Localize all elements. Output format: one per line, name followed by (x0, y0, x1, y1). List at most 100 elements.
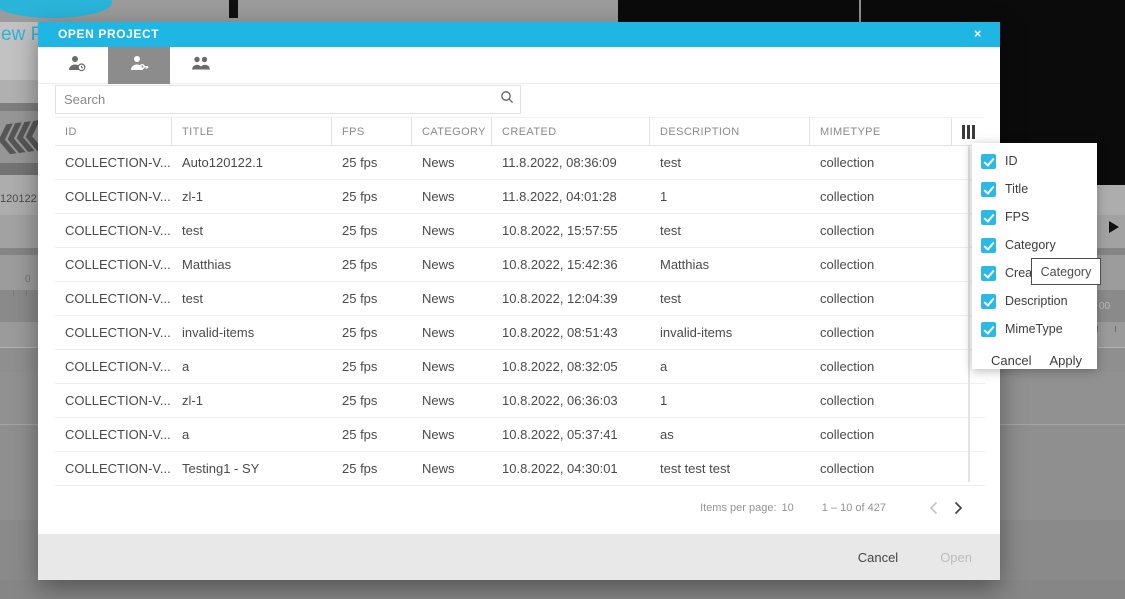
search-icon (494, 90, 520, 109)
cell-created: 10.8.2022, 15:57:55 (502, 223, 618, 238)
table-row[interactable]: COLLECTION-V... invalid-items 25 fps News 10… (55, 316, 985, 350)
column-menu-cancel-button[interactable]: Cancel (991, 353, 1031, 368)
cell-id: COLLECTION-V... (65, 189, 171, 204)
bg-ruler-zero: 0 (25, 274, 31, 285)
column-menu-item-label: Category (1005, 238, 1056, 252)
checkbox-checked-icon[interactable] (981, 321, 996, 337)
table-row[interactable]: COLLECTION-V... zl-1 25 fps News 10.8.2022, … (55, 384, 985, 418)
checkbox-checked-icon[interactable] (981, 209, 996, 225)
dialog-footer: Cancel Open (38, 534, 1000, 580)
column-menu-item-category[interactable]: Category (972, 231, 1097, 259)
items-per-page-select[interactable]: 10 (782, 502, 794, 514)
cell-id: COLLECTION-V... (65, 359, 171, 374)
cell-title: test (182, 223, 203, 238)
table-header-row: ID TITLE FPS CATEGORY CREATED DESCRIPTION MIME… (55, 117, 985, 146)
previous-page-icon[interactable] (922, 496, 946, 520)
table-row[interactable]: COLLECTION-V... a 25 fps News 10.8.2022, 08:… (55, 350, 985, 384)
picker-bar (962, 124, 965, 139)
checkbox-checked-icon[interactable] (981, 237, 996, 253)
column-header-fps[interactable]: FPS (332, 118, 412, 145)
cell-fps: 25 fps (342, 461, 378, 476)
play-icon (1109, 221, 1119, 233)
tab-my-projects[interactable] (108, 47, 170, 84)
column-menu-item-label: Title (1005, 182, 1029, 196)
table-row[interactable]: COLLECTION-V... Matthias 25 fps News 10.8.20… (55, 248, 985, 282)
checkbox-checked-icon[interactable] (981, 293, 996, 309)
dialog-title: OPEN PROJECT (58, 27, 160, 41)
column-header-id[interactable]: ID (55, 118, 172, 145)
column-menu-apply-button[interactable]: Apply (1049, 353, 1082, 368)
search-box (55, 85, 521, 114)
table-row[interactable]: COLLECTION-V... zl-1 25 fps News 11.8.2022, … (55, 180, 985, 214)
open-button[interactable]: Open (940, 550, 972, 565)
column-menu-item-mimetype[interactable]: MimeType (972, 315, 1097, 343)
search-input[interactable] (56, 92, 494, 107)
cell-description: test (660, 155, 681, 170)
column-header-created[interactable]: CREATED (492, 118, 650, 145)
cell-description: invalid-items (660, 325, 733, 340)
bg-ruler-tick (26, 290, 27, 296)
dialog-titlebar: OPEN PROJECT × (38, 22, 1000, 47)
close-icon[interactable]: × (968, 22, 988, 47)
person-clock-icon (67, 55, 87, 77)
next-page-icon[interactable] (946, 496, 970, 520)
column-header-mimetype[interactable]: MIMETYPE (810, 118, 952, 145)
category-tooltip: Category (1031, 258, 1101, 285)
cell-category: News (422, 427, 455, 442)
column-menu-item-description[interactable]: Description (972, 287, 1097, 315)
cell-mimetype: collection (820, 257, 875, 272)
cell-title: test (182, 291, 203, 306)
project-source-tabs (38, 47, 1000, 84)
column-header-description[interactable]: DESCRIPTION (650, 118, 810, 145)
items-per-page-label: Items per page: (700, 502, 777, 514)
cell-mimetype: collection (820, 427, 875, 442)
column-header-title[interactable]: TITLE (172, 118, 332, 145)
cell-fps: 25 fps (342, 155, 378, 170)
cell-title: zl-1 (182, 393, 203, 408)
picker-bar (972, 124, 975, 139)
tab-shared-projects[interactable] (170, 47, 232, 84)
table-scrollbar[interactable] (968, 146, 970, 482)
cell-title: Matthias (182, 257, 232, 272)
cell-fps: 25 fps (342, 359, 378, 374)
column-menu-item-fps[interactable]: FPS (972, 203, 1097, 231)
column-menu-item-label: Description (1005, 294, 1068, 308)
cell-created: 10.8.2022, 12:04:39 (502, 291, 618, 306)
cell-fps: 25 fps (342, 223, 378, 238)
cell-mimetype: collection (820, 393, 875, 408)
checkbox-checked-icon[interactable] (981, 153, 996, 169)
cancel-button[interactable]: Cancel (858, 550, 898, 565)
cell-id: COLLECTION-V... (65, 393, 171, 408)
cell-category: News (422, 223, 455, 238)
checkbox-checked-icon[interactable] (981, 181, 996, 197)
cell-mimetype: collection (820, 189, 875, 204)
cell-created: 11.8.2022, 08:36:09 (502, 155, 617, 170)
column-chooser-buttons: Cancel Apply (972, 345, 1097, 375)
cell-category: News (422, 393, 455, 408)
column-picker-icon[interactable] (952, 118, 985, 145)
cell-description: test test test (660, 461, 731, 476)
bg-marker (229, 0, 238, 18)
column-menu-item-title[interactable]: Title (972, 175, 1097, 203)
bg-ruler-tick (1115, 326, 1116, 332)
table-row[interactable]: COLLECTION-V... Testing1 - SY 25 fps News 10… (55, 452, 985, 486)
checkbox-checked-icon[interactable] (981, 265, 996, 281)
column-menu-item-label: ID (1005, 154, 1018, 168)
bg-ruler-tick (1097, 326, 1098, 332)
cell-mimetype: collection (820, 155, 875, 170)
cell-description: Matthias (660, 257, 710, 272)
cell-title: zl-1 (182, 189, 203, 204)
cell-fps: 25 fps (342, 393, 378, 408)
column-header-category[interactable]: CATEGORY (412, 118, 492, 145)
cell-created: 10.8.2022, 06:36:03 (502, 393, 618, 408)
table-row[interactable]: COLLECTION-V... test 25 fps News 10.8.2022, … (55, 214, 985, 248)
tab-recent-projects[interactable] (46, 47, 108, 84)
table-row[interactable]: COLLECTION-V... test 25 fps News 10.8.2022, … (55, 282, 985, 316)
cell-fps: 25 fps (342, 291, 378, 306)
column-menu-item-id[interactable]: ID (972, 147, 1097, 175)
cell-mimetype: collection (820, 325, 875, 340)
cell-fps: 25 fps (342, 189, 378, 204)
table-row[interactable]: COLLECTION-V... Auto120122.1 25 fps News 11.… (55, 146, 985, 180)
table-row[interactable]: COLLECTION-V... a 25 fps News 10.8.2022, 05:… (55, 418, 985, 452)
table-body: COLLECTION-V... Auto120122.1 25 fps News 11.… (55, 146, 985, 486)
